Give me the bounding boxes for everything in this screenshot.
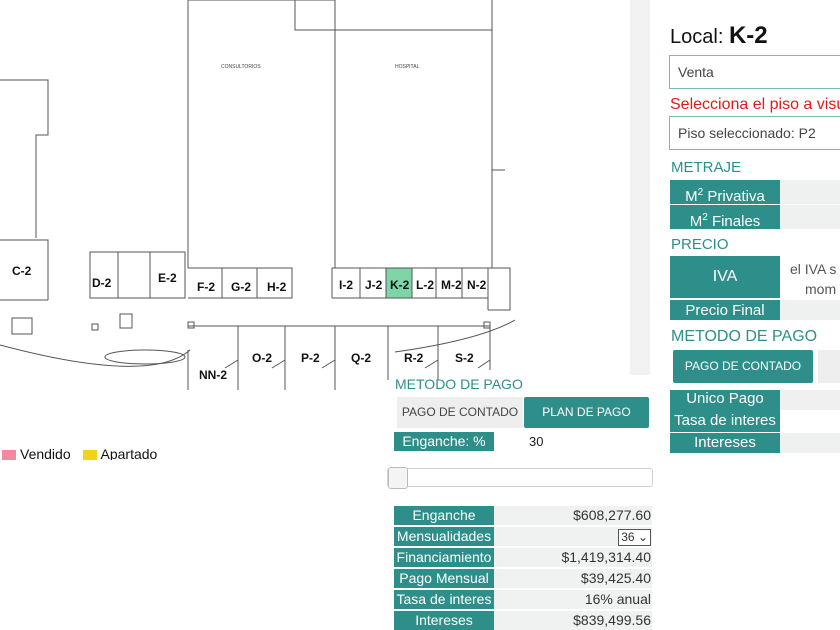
unico-pago-value bbox=[780, 390, 840, 410]
privativa-text: Privativa bbox=[707, 188, 765, 205]
financiamiento-value: $1,419,314.40 bbox=[494, 548, 652, 567]
m2-unit: M bbox=[689, 213, 703, 230]
enganche-value: $608,277.60 bbox=[494, 506, 652, 525]
tasa-interes-label: Tasa de interes bbox=[394, 590, 494, 609]
m2-finales-label: M2 Finales bbox=[670, 205, 780, 230]
panel-divider bbox=[630, 0, 650, 375]
mensualidades-label: Mensualidades bbox=[394, 527, 494, 546]
enganche-label: Enganche bbox=[394, 506, 494, 525]
legend-label: Apartado bbox=[100, 446, 158, 460]
unit-f2[interactable]: F-2 bbox=[197, 280, 215, 294]
mensualidades-cell: 36 ⌄ bbox=[494, 527, 652, 546]
intereses-label: Intereses bbox=[394, 611, 494, 630]
iva-note-line1: el IVA s bbox=[790, 261, 837, 277]
m2-sup: 2 bbox=[697, 187, 704, 198]
m2-privativa-label: M2 Privativa bbox=[670, 180, 780, 205]
metraje-title: METRAJE bbox=[671, 159, 742, 176]
unit-d2[interactable]: D-2 bbox=[92, 276, 111, 290]
unit-o2[interactable]: O-2 bbox=[252, 351, 272, 365]
plan-pago-button-right[interactable] bbox=[818, 350, 840, 383]
metodo-pago-title: METODO DE PAGO bbox=[395, 376, 523, 392]
m2-privativa-value bbox=[780, 180, 840, 204]
iva-note-line2: mom bbox=[805, 281, 837, 297]
unit-j2[interactable]: J-2 bbox=[365, 278, 382, 292]
chevron-down-icon: ⌄ bbox=[637, 530, 648, 544]
tab-plan-pago[interactable]: PLAN DE PAGO bbox=[524, 397, 649, 428]
status-field[interactable]: Venta bbox=[669, 55, 840, 89]
unit-g2[interactable]: G-2 bbox=[231, 280, 251, 294]
pago-contado-button-right[interactable]: PAGO DE CONTADO bbox=[673, 350, 813, 383]
intereses-value-right bbox=[780, 433, 840, 453]
local-title: Local: K-2 bbox=[670, 22, 768, 50]
iva-label: IVA bbox=[670, 256, 780, 298]
unit-m2[interactable]: M-2 bbox=[441, 278, 462, 292]
unit-p2[interactable]: P-2 bbox=[301, 351, 320, 365]
finales-text: Finales bbox=[711, 213, 761, 230]
unit-r2[interactable]: R-2 bbox=[404, 351, 423, 365]
unit-l2[interactable]: L-2 bbox=[416, 278, 434, 292]
intereses-value: $839,499.56 bbox=[494, 611, 652, 630]
precio-final-value bbox=[780, 300, 840, 320]
zone-label-consultorios: CONSULTORIOS bbox=[221, 64, 261, 70]
metodo-pago-title-right: METODO DE PAGO bbox=[671, 328, 818, 345]
precio-title: PRECIO bbox=[671, 236, 729, 253]
mensualidades-select[interactable]: 36 ⌄ bbox=[618, 529, 651, 546]
enganche-pct-label: Enganche: % bbox=[394, 432, 494, 451]
unit-n2[interactable]: N-2 bbox=[467, 278, 486, 292]
enganche-pct-value[interactable]: 30 bbox=[529, 434, 543, 449]
local-name: K-2 bbox=[728, 22, 768, 49]
unico-pago-label: Unico Pago bbox=[670, 390, 780, 410]
legend-swatch-pink bbox=[2, 450, 16, 460]
legend-swatch-yellow bbox=[82, 450, 97, 460]
enganche-slider[interactable] bbox=[387, 467, 653, 489]
unit-s2[interactable]: S-2 bbox=[455, 351, 474, 365]
tasa-interes-value: 16% anual bbox=[494, 590, 652, 609]
unit-q2[interactable]: Q-2 bbox=[351, 351, 371, 365]
slider-handle[interactable] bbox=[388, 467, 408, 489]
m2-unit: M bbox=[685, 188, 698, 205]
floor-field[interactable]: Piso seleccionado: P2 bbox=[669, 116, 840, 150]
precio-final-label: Precio Final bbox=[670, 300, 780, 320]
tasa-interes-label-right: Tasa de interes bbox=[670, 410, 780, 432]
unit-i2[interactable]: I-2 bbox=[339, 278, 353, 292]
legend-label: Vendido bbox=[20, 446, 71, 460]
m2-sup: 2 bbox=[702, 212, 708, 223]
unit-c2[interactable]: C-2 bbox=[12, 264, 31, 278]
unit-k2[interactable]: K-2 bbox=[390, 278, 409, 292]
intereses-label-right: Intereses bbox=[670, 433, 780, 453]
local-prefix: Local: bbox=[670, 26, 724, 48]
unit-h2[interactable]: H-2 bbox=[267, 280, 286, 294]
mensualidades-value: 36 bbox=[621, 530, 635, 544]
iva-note: el IVA s mom bbox=[790, 259, 836, 299]
financiamiento-label: Financiamiento bbox=[394, 548, 494, 567]
unit-e2[interactable]: E-2 bbox=[158, 271, 177, 285]
zone-label-hospital: HOSPITAL bbox=[395, 64, 420, 70]
pago-mensual-label: Pago Mensual bbox=[394, 569, 494, 588]
map-legend: Vendido Apartado bbox=[2, 446, 165, 460]
tab-pago-contado[interactable]: PAGO DE CONTADO bbox=[397, 397, 523, 428]
floor-warning: Selecciona el piso a visual bbox=[670, 96, 840, 113]
m2-finales-value bbox=[780, 205, 840, 229]
pago-mensual-value: $39,425.40 bbox=[494, 569, 652, 588]
legend-item-apartado: Apartado bbox=[82, 446, 158, 460]
unit-nn2[interactable]: NN-2 bbox=[199, 368, 227, 382]
legend-item-vendido: Vendido bbox=[2, 446, 71, 460]
